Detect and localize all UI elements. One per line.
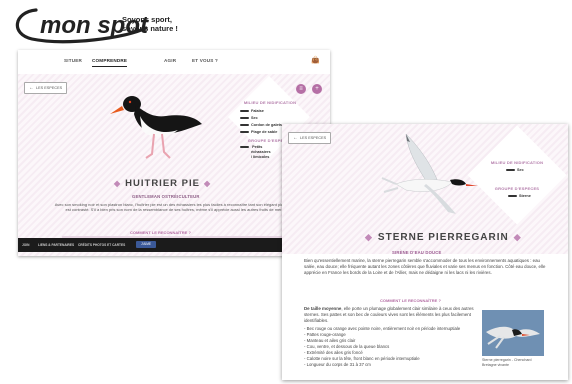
nav-agir[interactable]: AGIR	[164, 58, 176, 63]
habitat-title: MILIEU DE NIDIFICATION	[243, 100, 297, 105]
species-intro: Bien qu'essentiellement marine, la stern…	[304, 258, 546, 276]
habitat-sable: Plage de sable	[240, 130, 277, 134]
species-group-title: GROUPE D'ESPECES	[494, 186, 540, 191]
species-title: ◆ STERNE PIERREGARIN ◆	[365, 232, 522, 243]
title-dot-left: ◆	[114, 179, 122, 188]
nav-situer[interactable]: SITUER	[64, 58, 82, 63]
arrow-left-icon: ←	[293, 135, 298, 141]
arrow-left-icon: ←	[29, 85, 34, 91]
photo-caption: Sterne pierregarin - Chenchard Bretagne …	[482, 358, 532, 367]
nav-comprendre[interactable]: COMPRENDRE	[92, 58, 128, 67]
nav-et-vous[interactable]: ET VOUS ?	[192, 58, 218, 63]
oystercatcher-illustration	[110, 96, 202, 159]
footer-credits[interactable]: CRÉDITS PHOTOS ET CARTES	[78, 243, 125, 247]
facebook-like-button[interactable]: J'AIME	[136, 241, 156, 248]
back-to-species-button[interactable]: ← LES ESPECES	[24, 82, 68, 94]
tern-icon	[508, 195, 517, 197]
sable-icon	[240, 131, 249, 133]
species-title: ◆ HUITRIER PIE ◆	[114, 178, 212, 189]
falaise-icon	[240, 110, 249, 112]
title-dot-left: ◆	[365, 232, 373, 242]
species-group: Petits échassiers / limicoles	[240, 145, 271, 160]
list-item: - Longueur du corps de 31 à 37 cm	[304, 362, 371, 367]
habitat-sec: Sec	[506, 168, 524, 172]
share-icon[interactable]: ≡	[296, 84, 306, 94]
wader-icon	[240, 146, 249, 148]
species-subtitle: GENTLEMAN OSTRÉICULTEUR	[132, 194, 200, 199]
sec-icon	[240, 117, 249, 119]
favorite-icon[interactable]: +	[312, 84, 322, 94]
species-description: Avec son smoking noir et son plastron bl…	[54, 202, 294, 213]
screenshot-sterne-pierregarin: ← LES ESPECES MILIEU DE NIDIFICATION Sec …	[282, 124, 568, 380]
feature-list: - Bec rouge ou orange avec pointe noire,…	[304, 326, 476, 368]
galets-icon	[240, 124, 249, 126]
footer-links[interactable]: LIENS & PARTENAIRES	[38, 243, 74, 247]
title-dot-right: ◆	[513, 232, 522, 242]
title-dot-right: ◆	[203, 179, 212, 188]
shopping-bag-icon[interactable]: 👜	[311, 56, 320, 64]
recognize-heading: COMMENT LE RECONNAÎTRE ?	[380, 298, 441, 303]
species-hero: ← LES ESPECES MILIEU DE NIDIFICATION Sec …	[282, 124, 568, 254]
brand-tagline: Soyons sport, soyons nature !	[122, 15, 178, 33]
habitat-sec: Sec	[240, 116, 258, 120]
recognize-heading: COMMENT LE RECONNAÎTRE ?	[130, 230, 191, 235]
habitat-title: MILIEU DE NIDIFICATION	[490, 160, 544, 165]
species-description: De taille moyenne, elle porte un plumage…	[304, 306, 474, 324]
top-nav: SITUER COMPRENDRE AGIR ET VOUS ? 👜	[18, 50, 330, 75]
species-group: Sterne	[508, 194, 531, 198]
tern-photo[interactable]	[482, 310, 544, 356]
footer-join[interactable]: JOIN	[22, 243, 29, 247]
species-subtitle: SIRÈNE D'EAU DOUCE	[392, 250, 442, 255]
back-to-species-button[interactable]: ← LES ESPECES	[288, 132, 332, 144]
habitat-falaise: Falaise	[240, 109, 264, 113]
sec-icon	[506, 169, 515, 171]
habitat-galets: Cordon de galets	[240, 123, 282, 127]
